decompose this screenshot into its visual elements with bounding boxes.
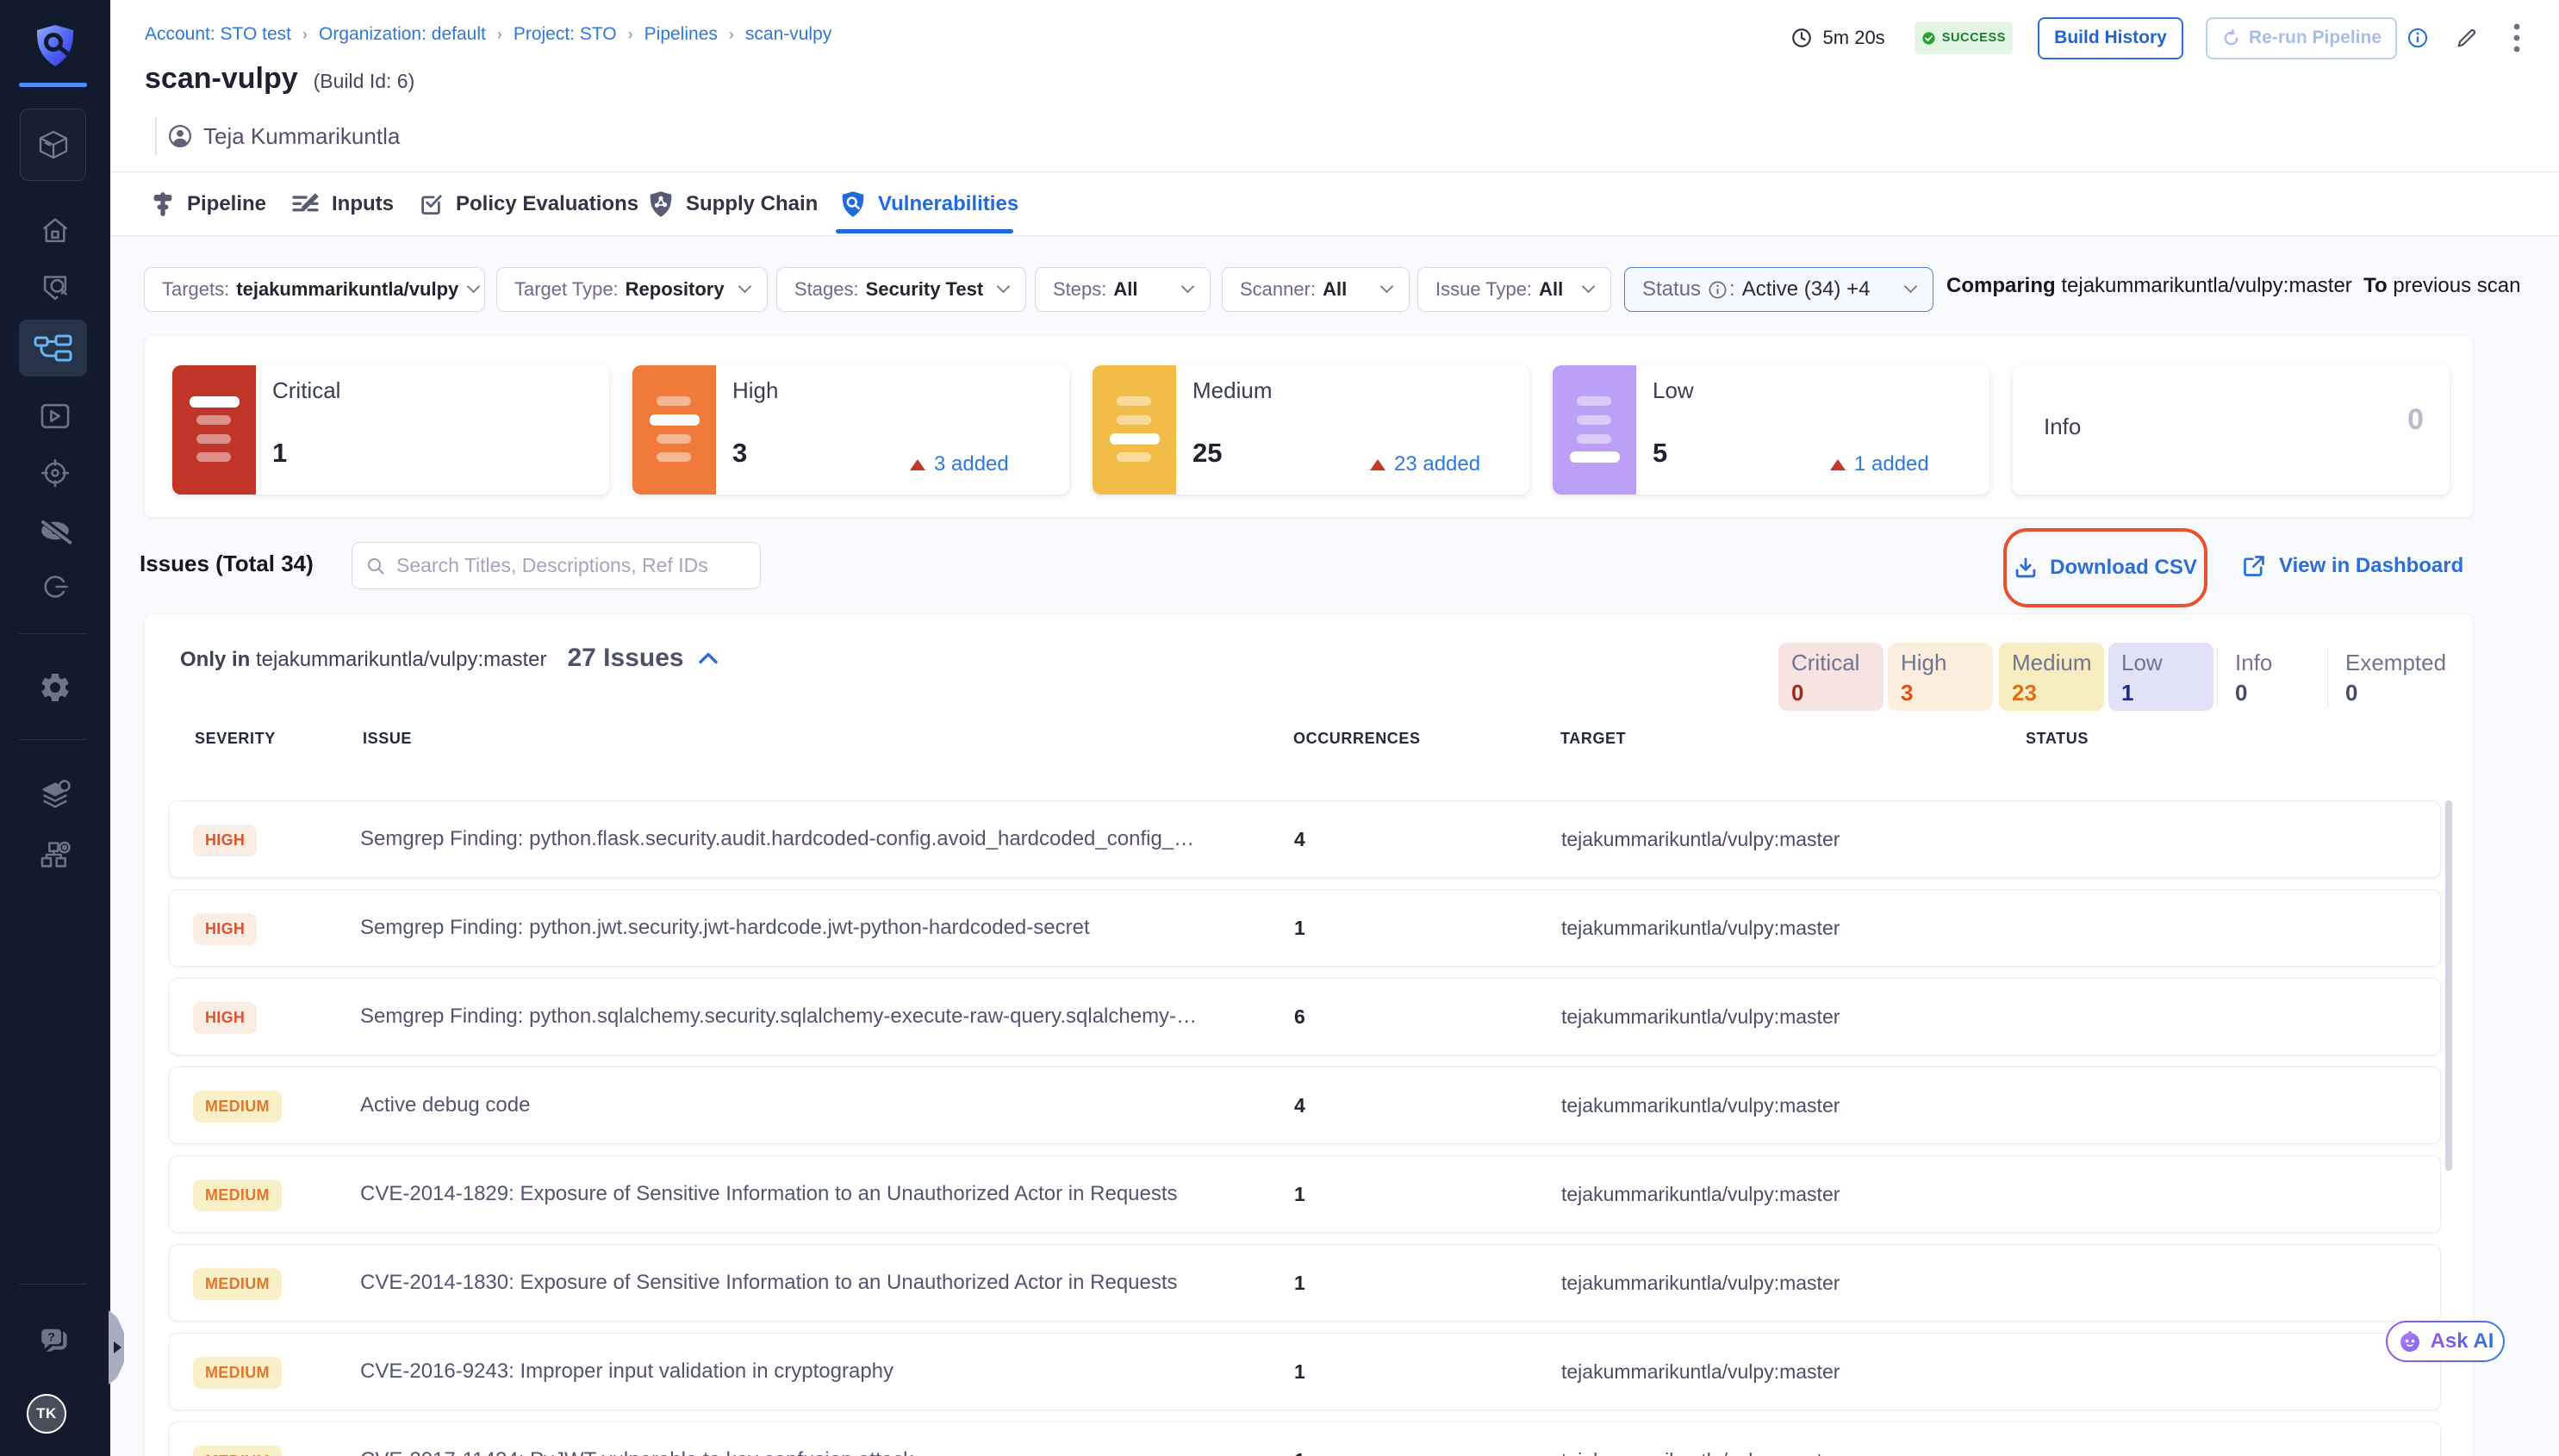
- svg-text:?: ?: [47, 1329, 55, 1343]
